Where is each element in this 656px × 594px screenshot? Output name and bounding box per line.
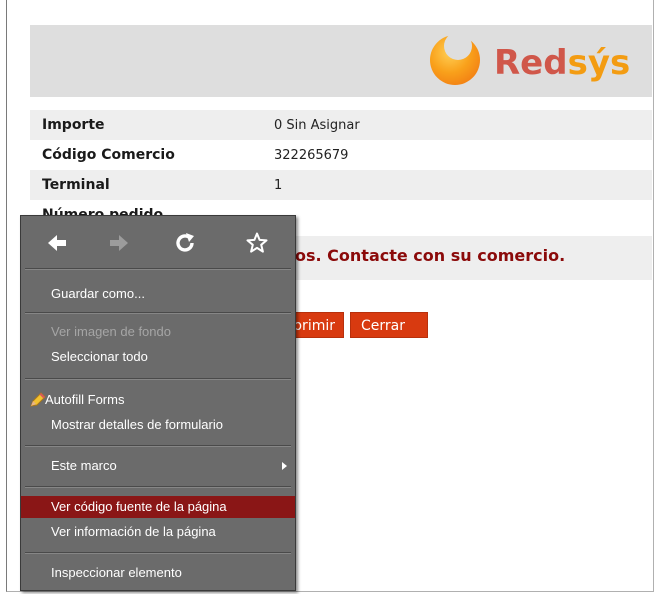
back-arrow-icon[interactable]	[45, 231, 69, 255]
menu-separator	[25, 445, 291, 447]
info-label: Importe	[42, 117, 105, 133]
menu-item-ver-informacion-pagina[interactable]: Ver información de la página	[21, 521, 295, 543]
menu-item-este-marco[interactable]: Este marco	[21, 455, 295, 477]
menu-item-autofill-forms[interactable]: Autofill Forms	[21, 389, 295, 411]
menu-item-mostrar-detalles-formulario[interactable]: Mostrar detalles de formulario	[21, 414, 295, 436]
menu-separator	[25, 268, 291, 270]
menu-item-seleccionar-todo[interactable]: Seleccionar todo	[21, 346, 295, 368]
logo-ball-cutout	[444, 32, 472, 60]
menu-item-guardar-como[interactable]: Guardar como...	[21, 283, 295, 305]
pencil-icon	[30, 392, 46, 407]
info-row-terminal: Terminal 1	[30, 170, 652, 200]
menu-separator	[25, 312, 291, 314]
context-menu: Guardar como... Ver imagen de fondo Sele…	[20, 215, 296, 591]
menu-separator	[25, 552, 291, 554]
bookmark-star-icon[interactable]	[245, 231, 269, 255]
redsys-logo: Redsýs	[426, 32, 630, 87]
logo-text-red: Red	[494, 43, 568, 83]
logo-text-sys: sýs	[567, 43, 631, 83]
menu-separator	[25, 378, 291, 380]
error-message: os. Contacte con su comercio.	[295, 246, 566, 265]
info-label: Terminal	[42, 177, 110, 193]
menu-separator	[25, 486, 291, 488]
menu-item-ver-imagen-de-fondo[interactable]: Ver imagen de fondo	[21, 321, 295, 343]
info-value: 322265679	[274, 147, 349, 163]
menu-item-ver-codigo-fuente[interactable]: Ver código fuente de la página	[21, 496, 295, 518]
page-header: Redsýs	[30, 25, 652, 97]
close-button[interactable]: Cerrar	[350, 312, 428, 338]
context-menu-nav	[21, 222, 295, 266]
info-row-codigo-comercio: Código Comercio 322265679	[30, 140, 652, 170]
reload-icon[interactable]	[173, 231, 197, 255]
info-value: 0 Sin Asignar	[274, 117, 360, 133]
submenu-arrow-icon	[282, 462, 287, 470]
menu-item-inspeccionar-elemento[interactable]: Inspeccionar elemento	[21, 562, 295, 584]
transaction-info-table: Importe 0 Sin Asignar Código Comercio 32…	[30, 110, 652, 230]
menu-item-label: Este marco	[51, 458, 117, 473]
logo-text: Redsýs	[494, 43, 630, 83]
info-row-importe: Importe 0 Sin Asignar	[30, 110, 652, 140]
info-label: Código Comercio	[42, 147, 175, 163]
menu-item-label: Autofill Forms	[45, 392, 125, 407]
forward-arrow-icon[interactable]	[107, 231, 131, 255]
info-value: 1	[274, 177, 283, 193]
